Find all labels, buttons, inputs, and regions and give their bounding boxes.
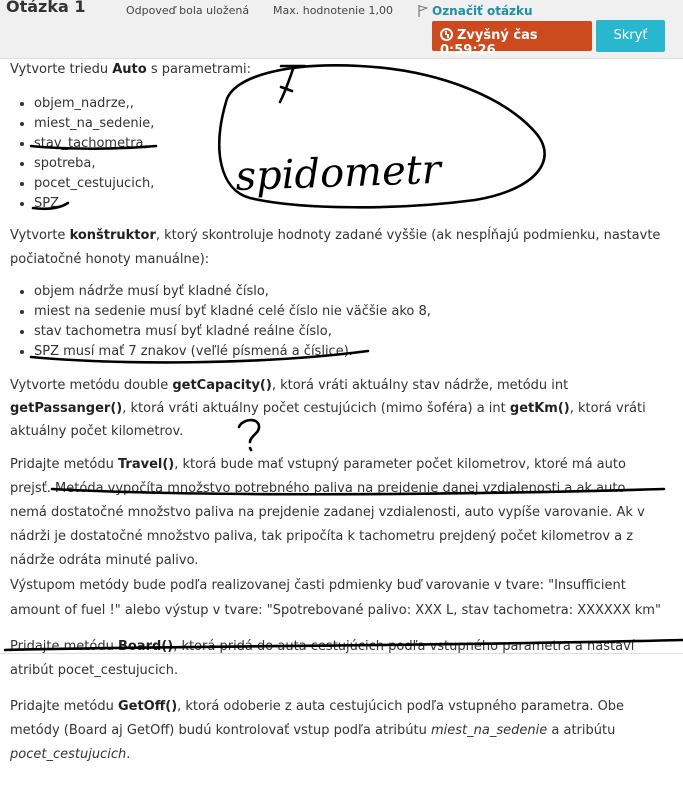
params-list: objem_nadrze,, miest_na_sedenie, stav_ta…: [10, 94, 665, 214]
question-header: Otázka 1 Odpoveď bola uložená Max. hodno…: [0, 0, 683, 59]
remaining-time: Zvyšný čas 0:59:26: [432, 21, 592, 58]
list-item: objem nádrže musí byť kladné číslo,: [34, 282, 665, 302]
list-item: pocet_cestujucich,: [34, 174, 665, 194]
divider: [0, 653, 683, 654]
list-item: objem_nadrze,,: [34, 94, 665, 114]
answer-status: Odpoveď bola uložená: [126, 4, 250, 17]
list-item: miest_na_sedenie,: [34, 114, 665, 134]
getters-paragraph: Vytvorte metódu double getCapacity(), kt…: [10, 378, 646, 439]
flag-question-label: Označiť otázku: [432, 4, 533, 18]
list-item: stav tachometra musí byť kladné reálne č…: [34, 322, 665, 342]
flag-icon: [418, 5, 428, 17]
class-name: Auto: [112, 62, 147, 77]
list-item: SPZ.: [34, 194, 665, 214]
constructor-paragraph: Vytvorte konštruktor, ktorý skontroluje …: [10, 228, 661, 267]
travel-paragraph: Pridajte metódu Travel(), ktorá bude mať…: [10, 457, 645, 568]
getoff-paragraph: Pridajte metódu GetOff(), ktorá odoberie…: [10, 699, 625, 762]
timer-text: Zvyšný čas 0:59:26: [440, 28, 538, 58]
conditions-list: objem nádrže musí byť kladné číslo, mies…: [10, 282, 665, 362]
question-text: Vytvorte triedu Auto s parametrami: obje…: [10, 60, 665, 767]
travel-output-paragraph: Výstupom metódy bude podľa realizovanej …: [10, 578, 661, 618]
list-item: SPZ musí mať 7 znakov (veľlé písmená a č…: [34, 342, 665, 362]
max-score: Max. hodnotenie 1,00: [273, 4, 393, 17]
intro-paragraph: Vytvorte triedu Auto s parametrami:: [10, 62, 251, 77]
list-item: stav_tachometra,: [34, 134, 665, 154]
list-item: spotreba,: [34, 154, 665, 174]
clock-icon: [440, 28, 453, 41]
board-paragraph: Pridajte metódu Board(), ktorá pridá do …: [10, 639, 635, 678]
flag-question-link[interactable]: Označiť otázku: [418, 4, 533, 18]
list-item: miest na sedenie musí byť kladné celé čí…: [34, 302, 665, 322]
question-title: Otázka 1: [6, 0, 86, 16]
hide-timer-button[interactable]: Skryť: [596, 20, 665, 52]
